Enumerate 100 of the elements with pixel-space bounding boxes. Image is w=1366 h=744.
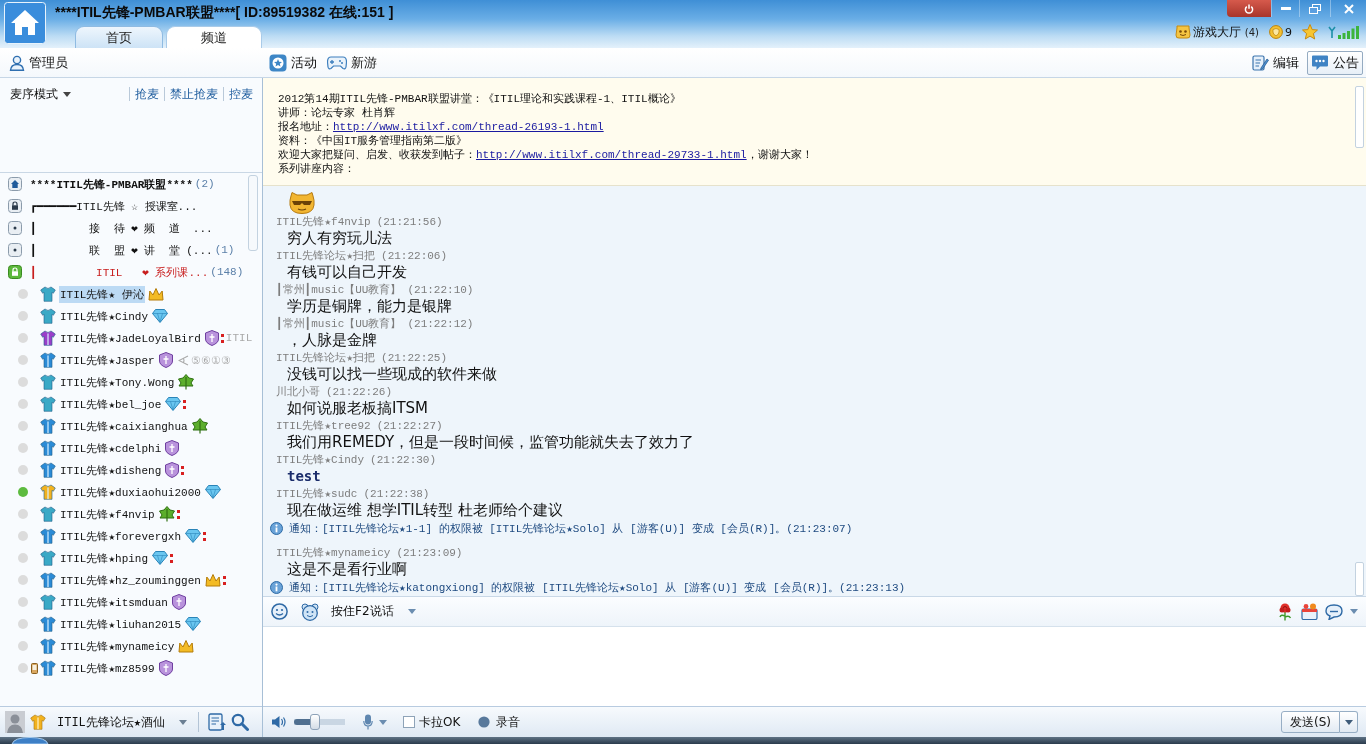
game-hall-link[interactable]: 游戏大厅 (1192, 23, 1241, 41)
user-name[interactable]: ITIL先锋★forevergxh (59, 527, 183, 545)
message-time: (21:22:25) (381, 351, 448, 364)
bear-face-icon[interactable] (301, 602, 319, 621)
lock-icon[interactable] (8, 265, 22, 279)
microphone-icon[interactable] (363, 714, 373, 730)
sender-name[interactable]: ITIL先锋★mynameicy (276, 545, 391, 560)
activity-button[interactable]: 活动 (265, 50, 321, 75)
star-tile-icon (269, 53, 287, 72)
sender-name[interactable]: ITIL先锋★tree92 (276, 418, 371, 433)
star-icon[interactable] (1302, 24, 1318, 40)
channel-count: (2) (194, 178, 215, 190)
sender-name[interactable]: ITIL先锋★sudc (276, 486, 358, 501)
user-name[interactable]: ITIL先锋★mz8599 (59, 659, 156, 677)
dot-tile-icon[interactable] (8, 221, 22, 235)
coin-icon[interactable] (1269, 25, 1283, 39)
send-options-button[interactable] (1340, 711, 1358, 733)
user-name[interactable]: ITIL先锋★hz_zouminggen (59, 571, 202, 589)
user-name[interactable]: ITIL先锋★Tony.Wong (59, 373, 176, 391)
tab[interactable]: 频道 (166, 26, 262, 48)
diamond-icon (165, 397, 182, 411)
speaker-icon[interactable] (271, 715, 286, 729)
rose-icon[interactable] (1277, 602, 1294, 621)
user-name[interactable]: ITIL先锋★disheng (59, 461, 163, 479)
edit-button[interactable]: 编辑 (1248, 50, 1303, 75)
tab[interactable]: 首页 (75, 26, 163, 48)
shirt-icon (40, 330, 56, 346)
new-games-button[interactable]: 新游 (323, 50, 381, 75)
notes-icon[interactable] (208, 713, 227, 731)
announcement-button[interactable]: 公告 (1307, 50, 1363, 75)
message-text: test (287, 467, 322, 486)
signal-icon (1328, 25, 1360, 39)
sender-name[interactable]: 川北小哥 (276, 384, 320, 399)
minimize-icon (1280, 7, 1291, 10)
user-name[interactable]: ITIL先锋★itsmduan (59, 593, 169, 611)
link[interactable]: http://www.itilxf.com/thread-29733-1.html (476, 149, 747, 161)
user-name[interactable]: ITIL先锋★JadeLoyalBird (59, 329, 202, 347)
sender-name[interactable]: ITIL先锋论坛★扫把 (276, 248, 376, 263)
announcement-line: 系列讲座内容： (278, 162, 356, 176)
smiley-icon[interactable] (271, 602, 289, 621)
user-name[interactable]: ITIL先锋★liuhan2015 (59, 615, 183, 633)
diamond-icon (152, 551, 169, 565)
channel-name[interactable]: ┃ 接 待 ❤ 频 道 ... (30, 220, 213, 236)
caret-icon[interactable] (379, 719, 387, 725)
checkbox[interactable] (403, 716, 415, 728)
user-name-dropdown[interactable]: ITIL先锋论坛★酒仙 (55, 713, 190, 731)
shield-icon (165, 440, 180, 456)
talk-mode-dropdown[interactable]: 按住F2说话 (331, 603, 416, 620)
user-name[interactable]: ITIL先锋★ 伊沁 (59, 285, 145, 303)
mic-link[interactable]: 抢麦 (129, 87, 164, 101)
search-icon[interactable] (231, 713, 250, 731)
user-name[interactable]: ITIL先锋★Cindy (59, 307, 150, 325)
leaf-icon (191, 418, 208, 434)
dot-tile-icon[interactable] (8, 243, 22, 257)
record-label: 录音 (496, 713, 521, 731)
record-dot-icon[interactable] (478, 716, 491, 728)
mic-mode-dropdown[interactable]: 麦序模式 (8, 85, 73, 103)
message-text: ，人脉是金牌 (287, 331, 378, 350)
message-text: 现在做运维 想学ITIL转型 杜老师给个建议 (287, 501, 564, 520)
caret-icon[interactable] (1350, 609, 1358, 614)
gift-box-icon[interactable] (1301, 603, 1318, 620)
power-button[interactable] (1227, 0, 1271, 17)
sender-name[interactable]: ITIL先锋★f4nvip (276, 214, 371, 229)
user-name[interactable]: ITIL先锋★cdelphi (59, 439, 163, 457)
user-name[interactable]: ITIL先锋★hping (59, 549, 150, 567)
scrollbar-thumb[interactable] (248, 175, 258, 251)
link[interactable]: http://www.itilxf.com/thread-26193-1.html (333, 121, 604, 133)
sender-name[interactable]: ┃常州┃music【UU教育】 (276, 316, 402, 331)
slider-thumb[interactable] (310, 714, 321, 730)
notice-text: 通知：[ITIL先锋论坛★1-1] 的权限被 [ITIL先锋论坛★Solo] 从 [游客(U)] 变成 [会员(R)]。(21:23:07) (289, 521, 853, 536)
scrollbar-thumb[interactable] (1355, 86, 1364, 148)
home-icon[interactable] (4, 2, 46, 44)
user-name[interactable]: ITIL先锋★caixianghua (59, 417, 189, 435)
user-name[interactable]: ITIL先锋★f4nvip (59, 505, 156, 523)
channel-name[interactable]: ┏━━━━━━ITIL先锋 ☆ 授课室... (30, 198, 198, 214)
crown-icon (147, 287, 164, 301)
mic-link[interactable]: 控麦 (223, 87, 258, 101)
channel-name[interactable]: ┃ ITIL ❤ 系列课... (30, 264, 209, 280)
channel-name[interactable]: ┃ 联 盟 ❤ 讲 堂 (... (30, 242, 213, 258)
user-name[interactable]: ITIL先锋★bel_joe (59, 395, 163, 413)
channel-name[interactable]: ****ITIL先锋-PMBAR联盟**** (30, 176, 193, 192)
start-orb-icon[interactable] (10, 737, 50, 744)
checkbox-label: 卡拉OK (419, 713, 461, 731)
shirt-icon (40, 418, 56, 434)
user-name[interactable]: ITIL先锋★duxiaohui2000 (59, 483, 202, 501)
lock-icon[interactable] (8, 199, 22, 213)
user-name[interactable]: ITIL先锋★Jasper (59, 351, 156, 369)
scrollbar-thumb[interactable] (1355, 562, 1364, 596)
send-button[interactable]: 发送(S) (1281, 711, 1340, 733)
message-time: (21:22:06) (381, 249, 448, 262)
message-text: 这是不是看行业啊 (287, 560, 408, 579)
user-icon (9, 54, 25, 71)
sender-name[interactable]: ┃常州┃music【UU教育】 (276, 282, 402, 297)
chat-bubble-icon[interactable] (1325, 603, 1343, 620)
sender-name[interactable]: ITIL先锋论坛★扫把 (276, 350, 376, 365)
smiley-tile-icon[interactable] (1174, 25, 1191, 39)
role-label: 管理员 (29, 53, 68, 72)
mic-link[interactable]: 禁止抢麦 (164, 87, 223, 101)
sender-name[interactable]: ITIL先锋★Cindy (276, 452, 365, 467)
user-name[interactable]: ITIL先锋★mynameicy (59, 637, 176, 655)
